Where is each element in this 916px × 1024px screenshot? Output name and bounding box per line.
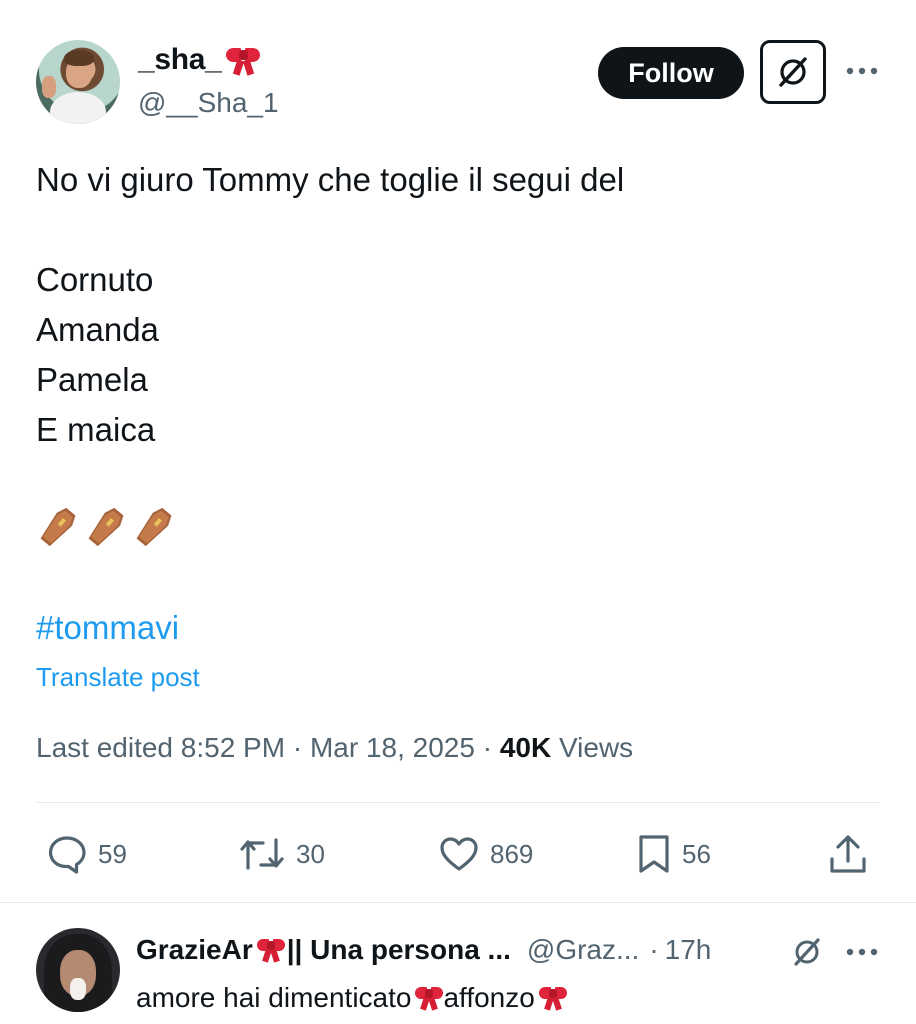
emoji-row	[38, 505, 174, 549]
author-display-name[interactable]: _sha_	[138, 40, 260, 80]
reply-button[interactable]: 59	[46, 832, 127, 876]
more-options-button[interactable]	[842, 56, 882, 86]
post-text: No vi giuro Tommy che toglie il segui de…	[36, 161, 625, 448]
post-detail-page: _sha_ @__Sha_1 Follow No vi giuro Tommy …	[0, 0, 916, 1024]
reply-header: GrazieAr || Una persona ... @Graz... · 1…	[136, 928, 896, 972]
hashtag-link[interactable]: #tommavi	[36, 605, 179, 651]
reply-text: amore hai dimenticato affonzo	[136, 976, 567, 1020]
coffin-emoji-icon	[88, 507, 124, 547]
reply-author-handle[interactable]: @Graz...	[527, 934, 639, 966]
bow-emoji-icon	[225, 44, 260, 76]
follow-button[interactable]: Follow	[598, 47, 744, 99]
heart-icon	[440, 837, 478, 871]
reply-icon	[48, 836, 86, 874]
views-count: 40K	[499, 732, 552, 763]
bow-emoji-icon	[256, 936, 285, 964]
bow-emoji-icon	[538, 984, 567, 1012]
reply-count: 59	[98, 838, 127, 869]
grok-icon[interactable]	[790, 935, 824, 969]
bookmark-icon	[639, 835, 669, 873]
post-date[interactable]: Mar 18, 2025	[310, 732, 475, 763]
author-name-text: _sha_	[138, 43, 222, 76]
like-count: 869	[490, 838, 534, 869]
repost-button[interactable]: 30	[238, 832, 325, 876]
repost-count: 30	[296, 838, 325, 869]
grok-button[interactable]	[760, 40, 826, 104]
divider	[0, 902, 916, 903]
translate-post-link[interactable]: Translate post	[36, 659, 200, 695]
more-dots-icon	[846, 67, 878, 75]
views-label: Views	[551, 732, 634, 763]
share-button[interactable]	[828, 832, 868, 876]
reply-author-avatar[interactable]	[36, 928, 120, 1012]
divider	[36, 802, 880, 803]
post-meta: Last edited 8:52 PM · Mar 18, 2025 · 40K…	[36, 728, 633, 768]
like-button[interactable]: 869	[438, 832, 533, 876]
meta-separator: ·	[474, 732, 500, 763]
reply-text-middle: affonzo	[443, 982, 535, 1013]
reply-text-prefix: amore hai dimenticato	[136, 982, 412, 1013]
author-handle[interactable]: @__Sha_1	[138, 86, 279, 120]
author-avatar[interactable]	[36, 40, 120, 124]
bookmark-button[interactable]: 56	[636, 832, 711, 876]
post-time[interactable]: 8:52 PM	[181, 732, 285, 763]
reply-author-name[interactable]: GrazieAr || Una persona ...	[136, 934, 511, 966]
meta-separator: ·	[285, 732, 310, 763]
more-dots-icon	[846, 948, 878, 956]
reply-time[interactable]: 17h	[665, 934, 712, 966]
reply-more-options-button[interactable]	[842, 940, 882, 964]
share-icon	[830, 835, 866, 873]
edited-label[interactable]: Last edited	[36, 732, 181, 763]
coffin-emoji-icon	[40, 507, 76, 547]
reply-name-rest: || Una persona ...	[286, 934, 511, 965]
reply-name-text: GrazieAr	[136, 934, 253, 965]
grok-icon	[779, 57, 807, 87]
repost-icon	[240, 838, 284, 870]
bookmark-count: 56	[682, 838, 711, 869]
reply-dot-separator: ·	[649, 934, 659, 965]
coffin-emoji-icon	[136, 507, 172, 547]
bow-emoji-icon	[415, 984, 444, 1012]
